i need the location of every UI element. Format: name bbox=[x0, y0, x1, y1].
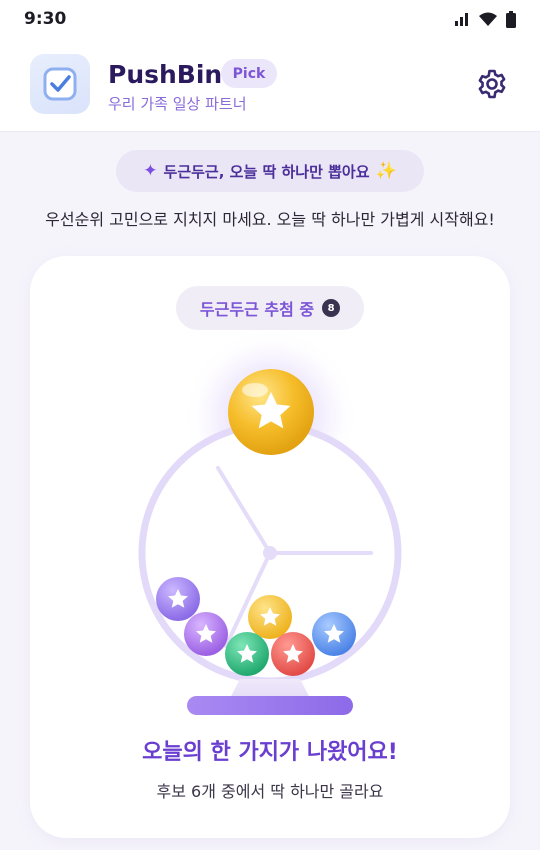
gear-icon bbox=[478, 69, 506, 99]
drawing-status-label: 두근두근 추첨 중 bbox=[199, 300, 315, 319]
result-title: 오늘의 한 가지가 나왔어요! bbox=[142, 740, 398, 765]
machine-base bbox=[187, 696, 353, 715]
app-logo bbox=[30, 54, 90, 114]
app-subtitle: 우리 가족 일상 파트너 bbox=[108, 95, 247, 113]
wifi-icon bbox=[479, 12, 497, 26]
result-subtitle: 후보 6개 중에서 딱 하나만 골라요 bbox=[156, 782, 384, 801]
tagline: 우선순위 고민으로 지치지 마세요. 오늘 딱 하나만 가볍게 시작해요! bbox=[45, 210, 495, 229]
ball-purple bbox=[156, 577, 200, 621]
stirrer-hub bbox=[263, 546, 277, 560]
status-bar: 9:30 bbox=[0, 0, 540, 38]
selected-ball bbox=[228, 369, 314, 455]
app-title: PushBin bbox=[108, 60, 223, 89]
drawing-status-pill: 두근두근 추첨 중 8 bbox=[176, 286, 364, 330]
ball-blue bbox=[312, 612, 356, 656]
app-bar: PushBin Pick 우리 가족 일상 파트너 bbox=[0, 38, 540, 132]
sparkles-icon: ✨ bbox=[375, 161, 397, 181]
ball-yellow bbox=[248, 595, 292, 639]
pick-badge: Pick bbox=[221, 59, 277, 88]
checkbox-icon bbox=[43, 67, 77, 101]
status-time: 9:30 bbox=[24, 9, 67, 29]
settings-button[interactable] bbox=[470, 62, 514, 106]
battery-icon bbox=[506, 10, 516, 28]
drawing-count-badge: 8 bbox=[322, 299, 341, 317]
ball-violet bbox=[184, 612, 228, 656]
sparkle-icon: ✦ bbox=[143, 161, 158, 181]
ball-green bbox=[225, 632, 269, 676]
gacha-card: 두근두근 추첨 중 8 오늘의 한 가지가 나왔어요! 후보 6개 중에서 딱 … bbox=[30, 256, 510, 838]
status-icons bbox=[454, 10, 516, 28]
banner-pill: ✦ 두근두근, 오늘 딱 하나만 뽑아요 ✨ bbox=[116, 150, 424, 192]
banner-text: 두근두근, 오늘 딱 하나만 뽑아요 bbox=[163, 162, 370, 181]
ball-red bbox=[271, 632, 315, 676]
signal-icon bbox=[455, 13, 468, 26]
